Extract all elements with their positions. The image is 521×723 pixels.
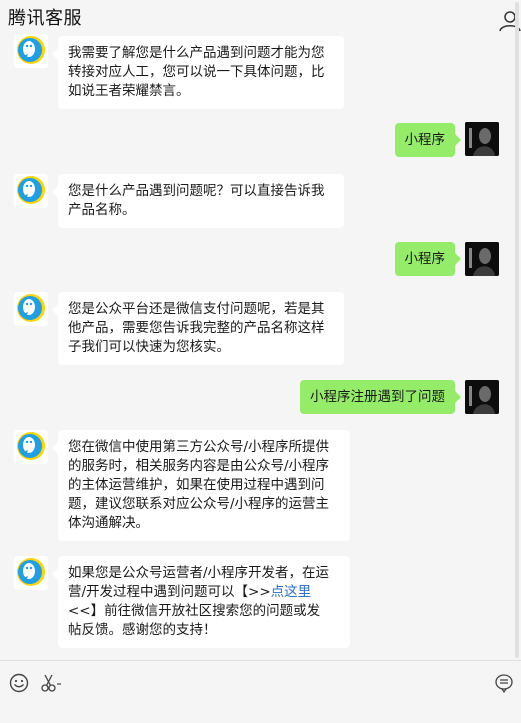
qq-penguin-icon — [17, 558, 45, 586]
bubble-line: 子我们可以快速为您核实。 — [68, 339, 230, 355]
avatar-user[interactable] — [465, 242, 499, 276]
user-photo — [465, 242, 499, 276]
bubble-line: 的主体运营维护，如果在使用过程中遇到问 — [68, 477, 325, 493]
bubble-line: 体沟通解决。 — [68, 515, 149, 531]
bubble-line: 您是公众平台还是微信支付问题呢，若是其 — [68, 301, 325, 317]
bot-bubble[interactable]: 您在微信中使用第三方公众号/小程序所提供 的服务时，相关服务内容是由公众号/小程… — [52, 430, 350, 541]
page-title: 腾讯客服 — [8, 8, 82, 29]
bot-bubble[interactable]: 如果您是公众号运营者/小程序开发者，在运 营/开发过程中遇到问题可以【>>点这里… — [52, 556, 350, 648]
chat-window: 腾讯客服 我需要了解您是什么产品遇到问题才能为您 转接对应人工，您可以说一下具体… — [0, 0, 521, 723]
qq-penguin-icon — [17, 176, 45, 204]
user-photo — [465, 380, 499, 414]
bubble-line: 的服务时，相关服务内容是由公众号/小程序 — [68, 458, 330, 474]
bubble-line: 如果您是公众号运营者/小程序开发者，在运 — [68, 565, 330, 581]
qq-penguin-icon — [17, 432, 45, 460]
bubble-line: 我需要了解您是什么产品遇到问题才能为您 — [68, 45, 325, 61]
qq-penguin-icon — [17, 36, 45, 64]
user-bubble[interactable]: 小程序 — [394, 123, 461, 157]
message-list[interactable]: 我需要了解您是什么产品遇到问题才能为您 转接对应人工，您可以说一下具体问题，比 … — [0, 34, 521, 660]
bot-bubble[interactable]: 您是什么产品遇到问题呢？可以直接告诉我 产品名称。 — [52, 174, 344, 228]
scrollbar[interactable] — [515, 0, 519, 660]
bot-bubble[interactable]: 您是公众平台还是微信支付问题呢，若是其 他产品，需要您告诉我完整的产品名称这样 … — [52, 292, 344, 365]
bubble-line: 题，建议您联系对应公众号/小程序的运营主 — [68, 496, 330, 512]
chat-menu-icon[interactable] — [494, 673, 514, 693]
bubble-line: 您在微信中使用第三方公众号/小程序所提供 — [68, 439, 330, 455]
bubble-line: 营/开发过程中遇到问题可以【>>点这里 — [68, 583, 340, 602]
avatar-bot[interactable] — [14, 556, 48, 590]
avatar-bot[interactable] — [14, 174, 48, 208]
header: 腾讯客服 — [0, 0, 521, 34]
bubble-line: 产品名称。 — [68, 202, 136, 218]
bubble-line: 您是什么产品遇到问题呢？可以直接告诉我 — [68, 183, 325, 199]
bubble-text: 营/开发过程中遇到问题可以【>> — [68, 584, 271, 600]
qq-penguin-icon — [17, 294, 45, 322]
avatar-bot[interactable] — [14, 430, 48, 464]
scissors-icon[interactable] — [40, 673, 64, 693]
user-bubble[interactable]: 小程序 — [394, 242, 461, 276]
bubble-line: 帖反馈。感谢您的支持！ — [68, 622, 217, 638]
emoji-icon[interactable] — [9, 673, 29, 693]
bot-bubble[interactable]: 我需要了解您是什么产品遇到问题才能为您 转接对应人工，您可以说一下具体问题，比 … — [52, 36, 344, 109]
avatar-bot[interactable] — [14, 34, 48, 68]
bubble-line: <<】前往微信开放社区搜索您的问题或发 — [68, 603, 321, 619]
user-photo — [465, 122, 499, 156]
bubble-line: 转接对应人工，您可以说一下具体问题，比 — [68, 64, 325, 80]
input-toolbar — [0, 660, 521, 723]
scrollbar-track[interactable] — [515, 2, 519, 658]
bubble-line: 如说王者荣耀禁言。 — [68, 83, 190, 99]
user-bubble[interactable]: 小程序注册遇到了问题 — [300, 380, 461, 414]
avatar-bot[interactable] — [14, 292, 48, 326]
avatar-user[interactable] — [465, 122, 499, 156]
bubble-line: 他产品，需要您告诉我完整的产品名称这样 — [68, 320, 325, 336]
click-here-link[interactable]: 点这里 — [271, 584, 312, 600]
avatar-user[interactable] — [465, 380, 499, 414]
